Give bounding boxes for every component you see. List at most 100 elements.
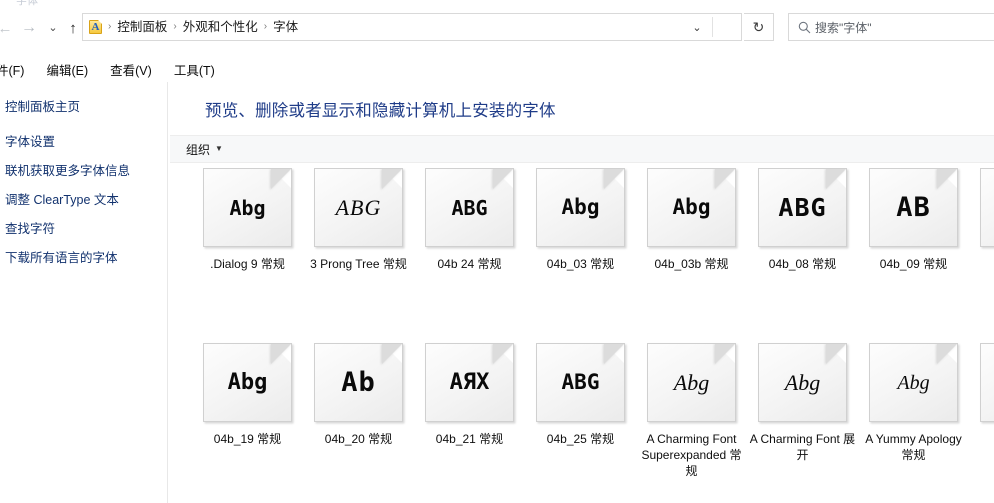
breadcrumb-item-control-panel[interactable]: 控制面板 bbox=[113, 14, 171, 40]
font-tile-label: 04b_03 常规 bbox=[546, 257, 615, 271]
sidebar-item-download-all-fonts[interactable]: 下载所有语言的字体 bbox=[0, 247, 168, 266]
font-preview-text: ABG bbox=[778, 193, 827, 222]
font-preview-thumbnail: ABG bbox=[425, 168, 514, 247]
sidebar-item-adjust-cleartype[interactable]: 调整 ClearType 文本 bbox=[0, 189, 168, 208]
main-pane: 预览、删除或者显示和隐藏计算机上安装的字体 组织 ▼ Abg .Dialog 9 … bbox=[169, 82, 994, 503]
font-preview-text: Abg bbox=[673, 369, 710, 395]
sidebar-task-list: 字体设置 联机获取更多字体信息 调整 ClearType 文本 查找字符 下载所… bbox=[0, 131, 168, 276]
font-preview-text: ABG bbox=[335, 194, 382, 220]
font-tile[interactable]: ABG 04b_08 常规 bbox=[747, 168, 858, 272]
font-preview-text: ABG bbox=[561, 370, 600, 394]
font-tile-label: 04b 24 常规 bbox=[437, 257, 502, 271]
menu-tools[interactable]: 工具(T) bbox=[174, 60, 215, 79]
menu-edit[interactable]: 编辑(E) bbox=[46, 60, 88, 79]
font-preview-thumbnail: A bbox=[980, 343, 994, 422]
font-preview-thumbnail: Abg bbox=[647, 343, 736, 422]
font-tile-label: 04b_21 常规 bbox=[435, 432, 504, 446]
font-tile[interactable]: Abg 04b_03 常规 bbox=[525, 168, 636, 272]
font-preview-thumbnail: AB bbox=[869, 168, 958, 247]
breadcrumb-separator: › bbox=[173, 21, 177, 32]
page-title: 预览、删除或者显示和隐藏计算机上安装的字体 bbox=[205, 102, 556, 120]
search-box[interactable]: 搜索"字体" bbox=[788, 13, 994, 41]
font-tile[interactable]: Abg A Yummy Apology 常规 bbox=[858, 343, 969, 463]
font-tile[interactable]: Abg .Dialog 9 常规 bbox=[192, 168, 303, 272]
chevron-down-icon[interactable]: ⌄ bbox=[683, 14, 711, 40]
font-preview-thumbnail: ABG bbox=[536, 343, 625, 422]
menu-file[interactable]: 件(F) bbox=[0, 60, 24, 79]
forward-button[interactable]: → bbox=[16, 13, 42, 43]
font-tile[interactable]: ABG 04b_25 常规 bbox=[525, 343, 636, 447]
menu-view[interactable]: 查看(V) bbox=[110, 60, 152, 79]
font-preview-thumbnail: Abg bbox=[869, 343, 958, 422]
font-tile-label: A Charming Font Superexpanded 常规 bbox=[641, 432, 742, 478]
font-tile-label: 04b_20 常规 bbox=[324, 432, 393, 446]
search-icon bbox=[793, 21, 815, 34]
font-tile-label: 3 Prong Tree 常规 bbox=[310, 257, 407, 271]
font-preview-thumbnail: ABG bbox=[314, 168, 403, 247]
font-tile[interactable]: Abg 04b_03b 常规 bbox=[636, 168, 747, 272]
organize-label: 组织 bbox=[186, 142, 211, 157]
font-preview-text: AB bbox=[896, 192, 931, 223]
breadcrumb-item-fonts[interactable]: 字体 bbox=[269, 14, 302, 40]
font-tile-label: 04b_19 常规 bbox=[213, 432, 282, 446]
sidebar-item-get-more-fonts[interactable]: 联机获取更多字体信息 bbox=[0, 160, 168, 179]
font-preview-text: Abg bbox=[561, 195, 600, 219]
font-preview-thumbnail: Abg bbox=[536, 168, 625, 247]
search-placeholder: 搜索"字体" bbox=[815, 20, 872, 35]
address-bar: ← → ⌄ ↑ A › 控制面板 › 外观和个性化 › 字体 ⌄ ↻ 搜索"字体… bbox=[0, 13, 994, 43]
organize-button[interactable]: 组织 ▼ bbox=[179, 139, 230, 160]
font-preview-text: Abg bbox=[672, 195, 711, 219]
font-preview-text: Abg bbox=[784, 369, 821, 395]
font-tile-label: 04b bbox=[969, 256, 994, 272]
navigation-pane: 控制面板主页 字体设置 联机获取更多字体信息 调整 ClearType 文本 查… bbox=[0, 82, 168, 503]
font-preview-thumbnail: Abg bbox=[203, 343, 292, 422]
font-preview-text: Abg bbox=[227, 369, 268, 395]
font-preview-thumbnail: Abg bbox=[647, 168, 736, 247]
content-area: 控制面板主页 字体设置 联机获取更多字体信息 调整 ClearType 文本 查… bbox=[0, 82, 994, 503]
font-tile-label: 04b_09 常规 bbox=[879, 257, 948, 271]
font-tile-label: .Dialog 9 常规 bbox=[210, 257, 285, 271]
font-preview-thumbnail: ABG bbox=[758, 168, 847, 247]
font-tile[interactable]: 0 04b bbox=[969, 168, 994, 272]
font-preview-thumbnail: Abg bbox=[203, 168, 292, 247]
font-preview-thumbnail: 0 bbox=[980, 168, 994, 247]
fonts-folder-icon: A bbox=[88, 19, 104, 35]
font-tile-label: 04b_25 常规 bbox=[546, 432, 615, 446]
font-tile-label: 04b_08 常规 bbox=[768, 257, 837, 271]
font-tile[interactable]: Abg A Charming Font Superexpanded 常规 bbox=[636, 343, 747, 479]
window-tab-fragment: 字体 bbox=[16, 0, 38, 7]
font-tile[interactable]: AB 04b_09 常规 bbox=[858, 168, 969, 272]
font-preview-thumbnail: AЯX bbox=[425, 343, 514, 422]
font-tile-label: A Charming Font 展开 bbox=[749, 432, 856, 462]
fonts-control-panel-window: 字体 ← → ⌄ ↑ A › 控制面板 › 外观和个性化 › 字体 ⌄ ↻ 搜索… bbox=[0, 0, 994, 503]
font-preview-text: Abg bbox=[897, 371, 930, 394]
breadcrumb-address-field[interactable]: A › 控制面板 › 外观和个性化 › 字体 ⌄ bbox=[82, 13, 742, 41]
breadcrumb-item-appearance[interactable]: 外观和个性化 bbox=[179, 14, 262, 40]
breadcrumb-separator: › bbox=[263, 21, 268, 32]
font-tile-label: A bbox=[969, 431, 994, 447]
font-tile-label: A Yummy Apology 常规 bbox=[865, 432, 962, 462]
font-preview-thumbnail: Abg bbox=[758, 343, 847, 422]
command-toolbar: 组织 ▼ bbox=[170, 135, 994, 163]
font-tile[interactable]: Abg 04b_19 常规 bbox=[192, 343, 303, 447]
font-tile[interactable]: AA bbox=[969, 343, 994, 447]
sidebar-item-control-panel-home[interactable]: 控制面板主页 bbox=[0, 96, 80, 115]
font-tile[interactable]: ABG 04b 24 常规 bbox=[414, 168, 525, 272]
font-tile[interactable]: ABG 3 Prong Tree 常规 bbox=[303, 168, 414, 272]
font-tile[interactable]: AЯX 04b_21 常规 bbox=[414, 343, 525, 447]
font-tile-grid: Abg .Dialog 9 常规 ABG 3 Prong Tree 常规 ABG 04b … bbox=[169, 168, 994, 503]
address-divider bbox=[712, 17, 713, 37]
refresh-button[interactable]: ↻ bbox=[744, 13, 774, 41]
font-tile-label: 04b_03b 常规 bbox=[654, 257, 729, 271]
font-tile[interactable]: Ab 04b_20 常规 bbox=[303, 343, 414, 447]
caret-down-icon: ▼ bbox=[215, 144, 223, 153]
menu-bar: 件(F) 编辑(E) 查看(V) 工具(T) bbox=[0, 58, 994, 80]
font-preview-text: AЯX bbox=[449, 369, 490, 395]
font-preview-text: Abg bbox=[229, 195, 266, 220]
breadcrumb-separator: › bbox=[108, 21, 112, 32]
font-preview-text: Ab bbox=[341, 367, 376, 398]
font-preview-text: ABG bbox=[451, 195, 488, 220]
sidebar-item-font-settings[interactable]: 字体设置 bbox=[0, 131, 168, 150]
font-tile[interactable]: Abg A Charming Font 展开 bbox=[747, 343, 858, 463]
sidebar-item-find-character[interactable]: 查找字符 bbox=[0, 218, 168, 237]
